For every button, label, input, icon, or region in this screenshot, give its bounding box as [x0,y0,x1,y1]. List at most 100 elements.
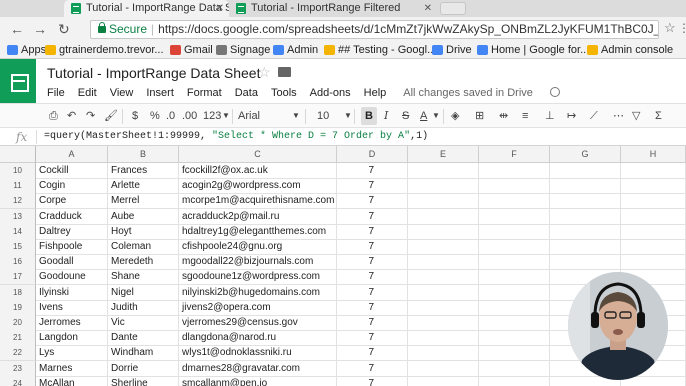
table-cell[interactable]: 7 [337,163,408,179]
table-cell[interactable]: Nigel [108,285,179,301]
row-header[interactable]: 11 [0,178,36,194]
reload-icon[interactable]: ↻ [58,20,70,38]
menu-format[interactable]: Format [187,87,222,99]
table-cell[interactable]: Cockill [36,163,108,179]
table-cell[interactable] [408,285,479,301]
table-cell[interactable]: Hoyt [108,224,179,240]
table-cell[interactable]: smcallanm@pen.io [179,376,337,386]
decrease-decimal-button[interactable]: .0 [166,109,175,123]
more-formats-button[interactable]: 123 [203,109,221,123]
italic-button[interactable]: I [384,109,388,123]
document-title[interactable]: Tutorial - ImportRange Data Sheet [47,65,260,81]
table-cell[interactable]: cfishpoole24@gnu.org [179,239,337,255]
table-cell[interactable]: Dante [108,330,179,346]
table-cell[interactable]: 7 [337,269,408,285]
new-tab-button[interactable] [440,2,466,15]
browser-tab-2[interactable]: Tutorial - ImportRange Filtered ✕ [229,0,437,17]
table-cell[interactable]: Goodoune [36,269,108,285]
table-cell[interactable]: jivens2@opera.com [179,300,337,316]
strikethrough-button[interactable]: S [402,109,409,123]
table-cell[interactable] [408,224,479,240]
percent-format-button[interactable]: % [150,109,160,123]
table-cell[interactable]: fcockill2f@ox.ac.uk [179,163,337,179]
table-cell[interactable] [408,209,479,225]
row-header[interactable]: 12 [0,193,36,209]
bold-button[interactable]: B [361,107,377,125]
close-tab-icon[interactable]: ✕ [216,0,224,17]
menu-addons[interactable]: Add-ons [310,87,351,99]
column-header-f[interactable]: F [479,146,550,163]
row-header[interactable]: 16 [0,254,36,270]
close-tab-icon[interactable]: ✕ [424,0,432,17]
row-header[interactable]: 15 [0,239,36,255]
row-header[interactable]: 17 [0,269,36,285]
table-cell[interactable]: mcorpe1m@acquirethisname.com [179,193,337,209]
table-cell[interactable]: Merrel [108,193,179,209]
table-cell[interactable]: acradduck2p@mail.ru [179,209,337,225]
table-cell[interactable]: 7 [337,315,408,331]
table-cell[interactable]: Meredeth [108,254,179,270]
row-header[interactable]: 14 [0,224,36,240]
table-cell[interactable]: 7 [337,330,408,346]
table-cell[interactable] [479,300,550,316]
bookmark-admin-console[interactable]: Admin console [586,42,673,58]
table-cell[interactable] [408,269,479,285]
chevron-down-icon[interactable]: ▼ [344,109,352,123]
row-header[interactable]: 10 [0,163,36,179]
bookmark-apps[interactable]: Apps [6,42,46,58]
table-cell[interactable] [408,330,479,346]
table-cell[interactable] [408,193,479,209]
table-cell[interactable] [550,224,621,240]
menu-tools[interactable]: Tools [271,87,297,99]
browser-tab-1[interactable]: Tutorial - ImportRange Data S ✕ [64,0,229,17]
font-family-select[interactable]: Arial [238,109,260,123]
table-cell[interactable] [479,209,550,225]
menu-view[interactable]: View [110,87,134,99]
table-cell[interactable]: McAllan [36,376,108,386]
table-cell[interactable] [550,163,621,179]
menu-help[interactable]: Help [364,87,387,99]
table-cell[interactable] [479,163,550,179]
star-document-icon[interactable]: ☆ [258,64,271,81]
table-cell[interactable]: Jerromes [36,315,108,331]
table-cell[interactable] [479,239,550,255]
table-cell[interactable]: vjerromes29@census.gov [179,315,337,331]
print-icon[interactable]: ⎙ [49,109,58,123]
table-cell[interactable] [479,224,550,240]
bookmark-gtrainerdemo[interactable]: gtrainerdemo.trevor... [44,42,164,58]
menu-insert[interactable]: Insert [146,87,174,99]
borders-icon[interactable]: ⊞ [475,109,484,123]
table-cell[interactable]: 7 [337,209,408,225]
bookmark-star-icon[interactable]: ☆ [664,20,676,36]
select-all-corner[interactable] [0,146,36,163]
column-header-h[interactable]: H [621,146,686,163]
table-cell[interactable] [479,178,550,194]
table-cell[interactable]: 7 [337,361,408,377]
table-cell[interactable] [408,300,479,316]
more-tools-icon[interactable]: ⋯ [613,109,624,123]
table-cell[interactable]: Arlette [108,178,179,194]
table-cell[interactable] [621,163,686,179]
column-header-d[interactable]: D [337,146,408,163]
table-cell[interactable] [408,178,479,194]
table-cell[interactable]: Corpe [36,193,108,209]
table-cell[interactable] [550,254,621,270]
browser-menu-icon[interactable]: ⋮ [678,21,686,35]
table-cell[interactable] [479,269,550,285]
table-cell[interactable] [408,315,479,331]
table-cell[interactable]: 7 [337,300,408,316]
fill-color-icon[interactable]: ◈ [451,109,459,123]
text-color-button[interactable]: A [420,109,427,123]
chevron-down-icon[interactable]: ▼ [292,109,300,123]
row-header[interactable]: 23 [0,361,36,377]
table-cell[interactable] [621,209,686,225]
table-cell[interactable]: 7 [337,239,408,255]
table-cell[interactable]: Windham [108,345,179,361]
row-header[interactable]: 22 [0,345,36,361]
table-cell[interactable]: dlangdona@narod.ru [179,330,337,346]
merge-cells-icon[interactable]: ⇹ [499,109,508,123]
table-cell[interactable] [479,254,550,270]
bookmark-testing[interactable]: ## Testing - Googl... [323,42,436,58]
font-size-select[interactable]: 10 [317,109,329,123]
table-cell[interactable] [479,330,550,346]
